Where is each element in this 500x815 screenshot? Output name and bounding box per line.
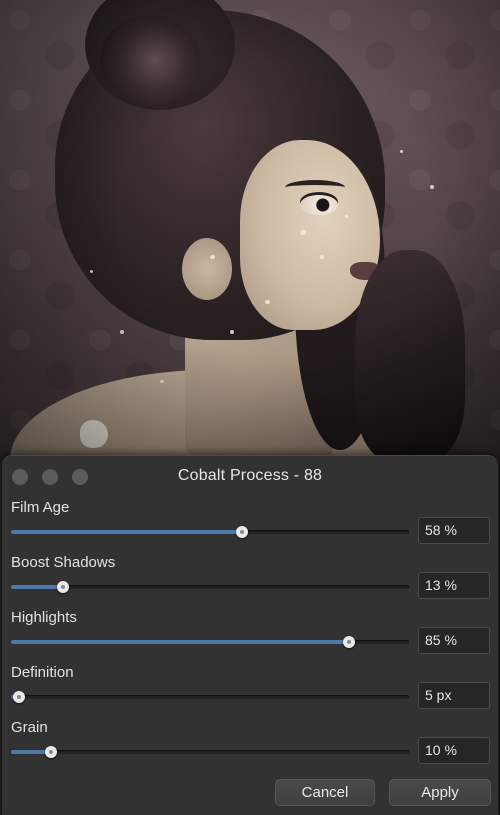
boost-shadows-slider-knob[interactable]: [56, 581, 69, 593]
definition-label: Definition: [11, 664, 74, 681]
app-canvas: Cobalt Process - 88 Film Age 58 % Boost …: [0, 0, 500, 815]
definition-slider-knob[interactable]: [12, 691, 25, 703]
highlights-slider[interactable]: [11, 636, 409, 648]
highlights-value-field[interactable]: 85 %: [418, 627, 490, 654]
boost-shadows-value-field[interactable]: 13 %: [418, 572, 490, 599]
param-definition: Definition 5 px: [2, 664, 498, 719]
definition-slider[interactable]: [11, 691, 409, 703]
film-age-value-field[interactable]: 58 %: [418, 517, 490, 544]
apply-button[interactable]: Apply: [389, 779, 491, 806]
film-age-label: Film Age: [11, 499, 70, 516]
boost-shadows-slider[interactable]: [11, 581, 409, 593]
film-age-slider[interactable]: [11, 526, 409, 538]
dialog-titlebar[interactable]: Cobalt Process - 88: [2, 456, 498, 496]
cobalt-process-dialog: Cobalt Process - 88 Film Age 58 % Boost …: [2, 455, 498, 815]
boost-shadows-slider-fill: [11, 585, 63, 589]
photo-vignette: [0, 0, 500, 470]
grain-label: Grain: [11, 719, 48, 736]
grain-slider[interactable]: [11, 746, 409, 758]
param-highlights: Highlights 85 %: [2, 609, 498, 664]
param-boost-shadows: Boost Shadows 13 %: [2, 554, 498, 609]
param-grain: Grain 10 %: [2, 719, 498, 774]
dialog-title: Cobalt Process - 88: [177, 467, 323, 484]
film-age-slider-fill: [11, 530, 242, 534]
boost-shadows-label: Boost Shadows: [11, 554, 116, 571]
highlights-slider-fill: [11, 640, 350, 644]
grain-slider-knob[interactable]: [44, 746, 57, 758]
highlights-label: Highlights: [11, 609, 77, 626]
film-age-slider-knob[interactable]: [235, 526, 248, 538]
photo-preview: [0, 0, 500, 470]
cancel-button[interactable]: Cancel: [275, 779, 375, 806]
definition-value-field[interactable]: 5 px: [418, 682, 490, 709]
highlights-slider-knob[interactable]: [343, 636, 356, 648]
param-film-age: Film Age 58 %: [2, 499, 498, 554]
grain-value-field[interactable]: 10 %: [418, 737, 490, 764]
